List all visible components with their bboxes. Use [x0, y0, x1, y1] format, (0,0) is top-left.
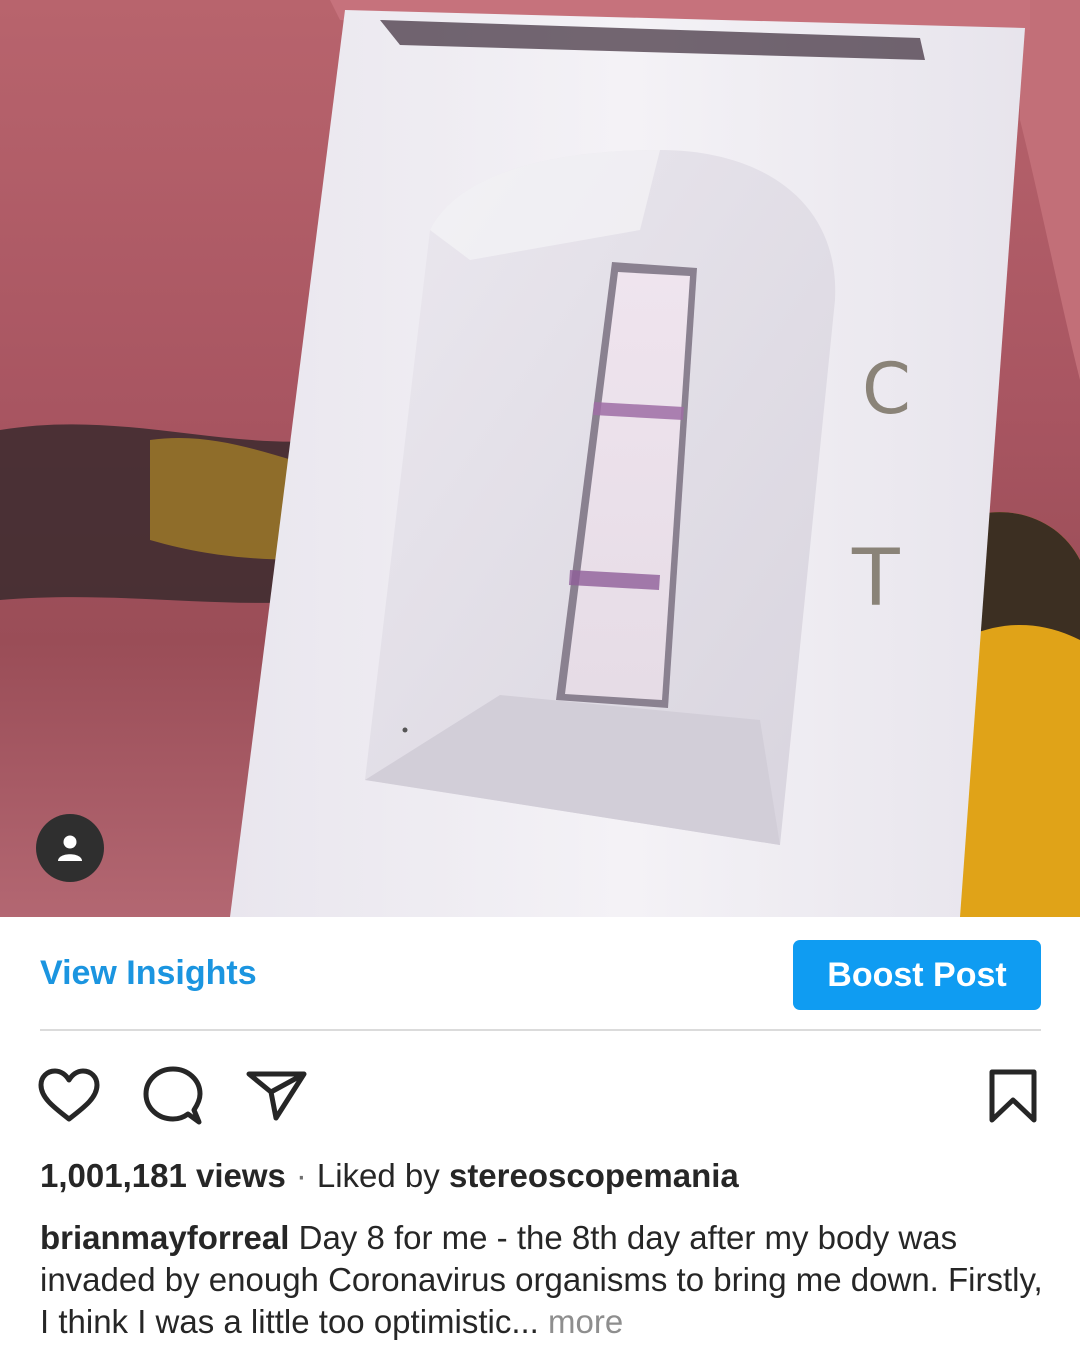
- test-marker-label: T: [851, 534, 900, 624]
- lateral-flow-test-photo: C T: [0, 0, 1080, 917]
- post-image[interactable]: C T: [0, 0, 1080, 917]
- view-count[interactable]: 1,001,181 views: [40, 1157, 286, 1194]
- liked-by-label: Liked by: [316, 1157, 440, 1194]
- bookmark-icon[interactable]: [988, 1068, 1038, 1129]
- promotion-row: View Insights Boost Post: [40, 940, 1041, 1010]
- view-insights-link[interactable]: View Insights: [40, 954, 257, 993]
- caption-username[interactable]: brianmayforreal: [40, 1219, 289, 1256]
- liked-by-username[interactable]: stereoscopemania: [449, 1157, 739, 1194]
- boost-post-button[interactable]: Boost Post: [793, 940, 1041, 1010]
- paper-plane-icon[interactable]: [246, 1070, 308, 1127]
- post-stats: 1,001,181 views · Liked by stereoscopemani…: [40, 1157, 739, 1195]
- separator-dot: ·: [295, 1157, 307, 1194]
- control-marker-label: C: [862, 348, 911, 430]
- comment-icon[interactable]: [143, 1066, 203, 1131]
- heart-icon[interactable]: [38, 1068, 100, 1129]
- post-caption: brianmayforreal Day 8 for me - the 8th d…: [40, 1217, 1050, 1343]
- user-tag-button[interactable]: [36, 814, 104, 882]
- person-icon: [58, 835, 82, 861]
- divider: [40, 1029, 1041, 1031]
- caption-more-link[interactable]: more: [548, 1303, 623, 1340]
